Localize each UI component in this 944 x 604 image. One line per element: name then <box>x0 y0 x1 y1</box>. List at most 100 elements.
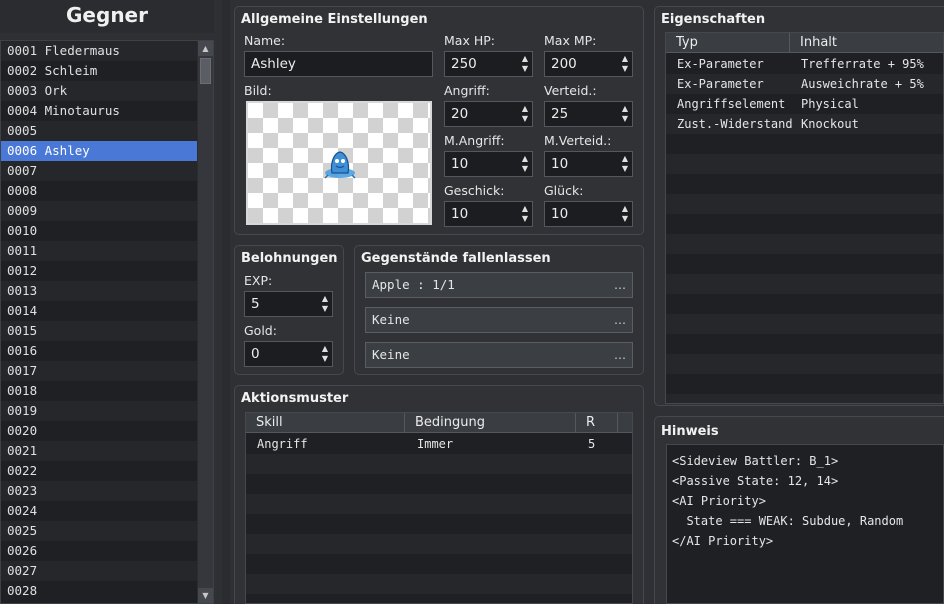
battler-image-box[interactable] <box>246 101 432 225</box>
scroll-up-icon[interactable]: ▲ <box>198 41 213 56</box>
trait-table-row[interactable] <box>666 174 943 194</box>
column-header-skill[interactable]: Skill <box>246 413 405 433</box>
action-table-row[interactable] <box>246 514 632 534</box>
action-patterns-title: Aktionsmuster <box>241 391 349 406</box>
column-header-rating[interactable]: R <box>576 413 618 433</box>
enemy-list-item[interactable]: 0015 <box>1 321 197 341</box>
spinner-icon[interactable]: ▲ ▼ <box>320 344 330 364</box>
mdf-input[interactable]: 10 ▲ ▼ <box>544 151 633 177</box>
action-table-row[interactable] <box>246 574 632 594</box>
trait-table-row[interactable]: Ex-Parameter Ausweichrate + 5% <box>666 74 943 94</box>
drop-item-3[interactable]: Keine… <box>365 342 633 368</box>
enemy-list-item[interactable]: 0001 Fledermaus <box>1 41 197 61</box>
enemy-list-item[interactable]: 0011 <box>1 241 197 261</box>
drop-item-2[interactable]: Keine… <box>365 307 633 333</box>
exp-input[interactable]: 5 ▲ ▼ <box>244 291 333 317</box>
trait-table-row[interactable] <box>666 374 943 394</box>
luk-input[interactable]: 10 ▲ ▼ <box>544 201 633 227</box>
traits-table[interactable]: Typ Inhalt Ex-Parameter Trefferrate + 95%… <box>665 32 944 404</box>
enemy-list-item[interactable]: 0023 <box>1 481 197 501</box>
luk-value: 10 <box>551 206 569 222</box>
enemy-list-item[interactable]: 0028 <box>1 581 197 601</box>
enemy-list-item[interactable]: 0018 <box>1 381 197 401</box>
def-input[interactable]: 25 ▲ ▼ <box>544 101 633 127</box>
enemy-list-item[interactable]: 0024 <box>1 501 197 521</box>
drop-item-1[interactable]: Apple : 1/1… <box>365 272 633 298</box>
enemy-list-item[interactable]: 0020 <box>1 421 197 441</box>
enemy-list-item[interactable]: 0005 <box>1 121 197 141</box>
agi-input[interactable]: 10 ▲ ▼ <box>444 201 533 227</box>
def-label: Verteid.: <box>544 83 597 98</box>
spinner-icon[interactable]: ▲ ▼ <box>620 104 630 124</box>
maxmp-input[interactable]: 200 ▲ ▼ <box>544 51 633 77</box>
enemy-list-item[interactable]: 0021 <box>1 441 197 461</box>
trait-table-row[interactable] <box>666 274 943 294</box>
scroll-down-icon[interactable]: ▼ <box>198 588 213 603</box>
enemy-list-item[interactable]: 0017 <box>1 361 197 381</box>
enemy-list-item[interactable]: 0026 <box>1 541 197 561</box>
note-textarea[interactable]: <Sideview Battler: B_1> <Passive State: 1… <box>666 444 944 604</box>
gold-input[interactable]: 0 ▲ ▼ <box>244 341 333 367</box>
enemy-list-item[interactable]: 0010 <box>1 221 197 241</box>
name-input[interactable]: Ashley <box>244 51 433 77</box>
trait-table-row[interactable] <box>666 234 943 254</box>
trait-table-row[interactable] <box>666 134 943 154</box>
action-table-row[interactable] <box>246 594 632 603</box>
trait-table-row[interactable] <box>666 294 943 314</box>
trait-table-row[interactable] <box>666 154 943 174</box>
action-table-row[interactable] <box>246 454 632 474</box>
battler-sprite-icon <box>324 151 356 179</box>
column-header-content[interactable]: Inhalt <box>790 33 943 53</box>
spinner-icon[interactable]: ▲ ▼ <box>520 104 530 124</box>
spinner-icon[interactable]: ▲ ▼ <box>320 294 330 314</box>
enemy-list-item[interactable]: 0009 <box>1 201 197 221</box>
trait-table-row[interactable] <box>666 394 943 403</box>
enemy-list-item[interactable]: 0027 <box>1 561 197 581</box>
spinner-icon[interactable]: ▲ ▼ <box>520 54 530 74</box>
splitter[interactable] <box>222 0 230 604</box>
enemy-list-item[interactable]: 0008 <box>1 181 197 201</box>
spinner-icon[interactable]: ▲ ▼ <box>620 154 630 174</box>
action-table-row[interactable] <box>246 474 632 494</box>
enemy-list-item[interactable]: 0014 <box>1 301 197 321</box>
maxhp-input[interactable]: 250 ▲ ▼ <box>444 51 533 77</box>
enemy-list-item[interactable]: 0002 Schleim <box>1 61 197 81</box>
trait-table-row[interactable] <box>666 314 943 334</box>
enemy-list-item[interactable]: 0007 <box>1 161 197 181</box>
enemy-list-item[interactable]: 0019 <box>1 401 197 421</box>
enemy-list-item[interactable]: 0022 <box>1 461 197 481</box>
trait-table-row[interactable]: Zust.-Widerstand Knockout <box>666 114 943 134</box>
enemy-list-item[interactable]: 0013 <box>1 281 197 301</box>
spinner-icon[interactable]: ▲ ▼ <box>520 154 530 174</box>
spinner-icon[interactable]: ▲ ▼ <box>520 204 530 224</box>
ellipsis-icon: … <box>614 313 626 327</box>
action-table-row[interactable] <box>246 534 632 554</box>
action-table-row[interactable] <box>246 554 632 574</box>
enemy-list[interactable]: 0001 Fledermaus 0002 Schleim 0003 Ork 0004 … <box>0 40 214 604</box>
trait-table-row[interactable] <box>666 334 943 354</box>
action-table-row[interactable]: Angriff Immer 5 <box>246 434 632 454</box>
action-table-row[interactable] <box>246 494 632 514</box>
enemy-list-item[interactable]: 0025 <box>1 521 197 541</box>
enemy-list-item[interactable]: 0003 Ork <box>1 81 197 101</box>
trait-table-row[interactable]: Ex-Parameter Trefferrate + 95% <box>666 54 943 74</box>
trait-table-row[interactable] <box>666 214 943 234</box>
enemy-list-scrollbar[interactable]: ▲ ▼ <box>197 41 213 603</box>
column-header-condition[interactable]: Bedingung <box>405 413 576 433</box>
enemy-list-item[interactable]: 0012 <box>1 261 197 281</box>
trait-table-row[interactable] <box>666 354 943 374</box>
spinner-icon[interactable]: ▲ ▼ <box>620 54 630 74</box>
action-patterns-table[interactable]: Skill Bedingung R Angriff Immer 5 <box>245 412 633 604</box>
enemy-list-item[interactable]: 0004 Minotaurus <box>1 101 197 121</box>
atk-input[interactable]: 20 ▲ ▼ <box>444 101 533 127</box>
trait-table-row[interactable]: Angriffselement Physical <box>666 94 943 114</box>
trait-table-row[interactable] <box>666 194 943 214</box>
column-header-type[interactable]: Typ <box>666 33 790 53</box>
trait-table-row[interactable] <box>666 254 943 274</box>
enemy-list-item[interactable]: 0006 Ashley <box>1 141 197 161</box>
spinner-icon[interactable]: ▲ ▼ <box>620 204 630 224</box>
enemy-list-item[interactable]: 0016 <box>1 341 197 361</box>
mat-input[interactable]: 10 ▲ ▼ <box>444 151 533 177</box>
scroll-thumb[interactable] <box>200 58 211 84</box>
note-line: </AI Priority> <box>672 534 774 548</box>
